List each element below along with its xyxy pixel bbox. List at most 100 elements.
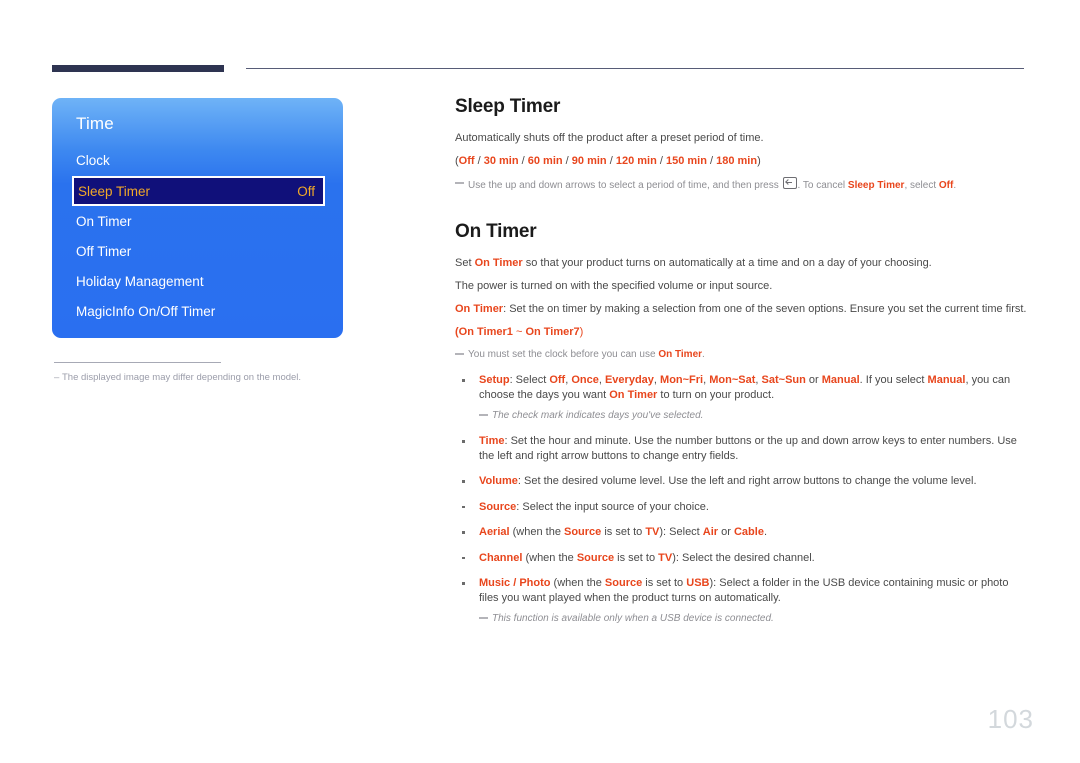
sleep-timer-heading: Sleep Timer xyxy=(455,96,561,117)
bullet-text: to turn on your product. xyxy=(657,388,775,401)
note-dash-icon xyxy=(455,182,464,184)
osd-menu-item-on-timer[interactable]: On Timer xyxy=(52,207,343,236)
sleep-timer-option: 90 min xyxy=(571,155,607,167)
osd-menu-list: Clock Sleep Timer Off On Timer Off Timer Holi… xyxy=(52,146,343,327)
bullet-dot-icon xyxy=(462,505,465,508)
sleep-timer-option: 150 min xyxy=(665,155,707,167)
option-separator: / xyxy=(606,155,616,167)
on-timer-range: (On Timer1 ~ On Timer7) xyxy=(455,325,1030,339)
bullet-dot-icon xyxy=(462,531,465,534)
bullet-source: Source: Select the input source of your … xyxy=(455,500,1030,515)
sleep-note-part4: . xyxy=(953,180,957,191)
bullet-emphasis: TV xyxy=(658,551,673,564)
bullet-text: (when the xyxy=(550,577,605,589)
osd-menu-item-sleep-timer[interactable]: Sleep Timer Off xyxy=(72,176,325,206)
bullet-time: Time: Set the hour and minute. Use the n… xyxy=(455,434,1030,463)
range-close-paren: ) xyxy=(579,326,584,338)
bullet-emphasis: Sat~Sun xyxy=(761,374,806,386)
bullet-note: This function is available only when a U… xyxy=(479,612,1030,626)
left-footnote-rule xyxy=(54,362,221,363)
bullet-emphasis: Once xyxy=(571,374,599,386)
footnote-dash-icon: – xyxy=(54,372,60,383)
bullet-text: : Select the input source of your choice… xyxy=(516,500,709,513)
bullet-text: : Select xyxy=(509,374,550,386)
bullet-volume: Volume: Set the desired volume level. Us… xyxy=(455,474,1030,489)
range-last: On Timer7 xyxy=(525,326,580,338)
on-timer-clock-note: You must set the clock before you can us… xyxy=(455,348,1030,362)
note-dash-icon xyxy=(479,414,488,416)
intro3-emphasis: On Timer xyxy=(455,303,504,315)
bullet-text: : Set the desired volume level. Use the … xyxy=(517,475,977,487)
bullet-emphasis: Source xyxy=(576,551,615,564)
content-column: Sleep Timer Automatically shuts off the … xyxy=(455,96,1030,626)
bullet-emphasis: Cable xyxy=(733,526,764,538)
bullet-note-text: The check mark indicates days you've sel… xyxy=(492,410,704,421)
osd-item-label: Clock xyxy=(76,153,110,168)
bullet-text: . If you select xyxy=(859,374,928,386)
bullet-dot-icon xyxy=(462,379,465,382)
bullet-text: or xyxy=(718,526,734,538)
bullet-emphasis: Channel xyxy=(479,551,523,564)
bullet-emphasis: Everyday xyxy=(604,374,654,386)
bullet-emphasis: Aerial xyxy=(479,526,510,538)
note-dash-icon xyxy=(455,353,464,355)
sleep-note-emphasis-sleep-timer: Sleep Timer xyxy=(847,180,905,191)
osd-menu-item-clock[interactable]: Clock xyxy=(52,146,343,175)
bullet-text: or xyxy=(805,374,822,386)
clock-note-part1: You must set the clock before you can us… xyxy=(468,349,659,360)
sleep-timer-option: 30 min xyxy=(483,155,519,167)
bullet-emphasis: Air xyxy=(702,526,719,538)
option-separator: / xyxy=(474,155,484,167)
bullet-emphasis: Time xyxy=(479,435,505,447)
option-separator: / xyxy=(706,155,717,167)
bullet-setup: Setup: Select Off, Once, Everyday, Mon~F… xyxy=(455,373,1030,423)
sleep-timer-option: 60 min xyxy=(527,155,563,167)
sleep-timer-option: Off xyxy=(458,155,475,167)
bullet-text: . xyxy=(763,526,768,538)
sleep-timer-options: (Off / 30 min / 60 min / 90 min / 120 mi… xyxy=(455,154,1030,168)
on-timer-bullet-list: Setup: Select Off, Once, Everyday, Mon~F… xyxy=(455,373,1030,626)
osd-item-label: On Timer xyxy=(76,214,132,229)
header-thin-rule xyxy=(246,68,1024,69)
osd-menu-title: Time xyxy=(76,114,114,133)
bullet-emphasis: Volume xyxy=(479,475,518,487)
on-timer-heading: On Timer xyxy=(455,221,537,242)
osd-menu-item-magicinfo-on-off-timer[interactable]: MagicInfo On/Off Timer xyxy=(52,297,343,326)
option-separator: / xyxy=(518,155,528,167)
sleep-note-emphasis-off: Off xyxy=(938,180,954,191)
header-thick-rule xyxy=(52,65,224,72)
osd-item-value: Off xyxy=(297,184,315,199)
bullet-dot-icon xyxy=(462,480,465,483)
sleep-timer-description: Automatically shuts off the product afte… xyxy=(455,132,764,144)
osd-item-label: Off Timer xyxy=(76,244,132,259)
bullet-emphasis: Mon~Fri xyxy=(660,374,704,386)
options-values: Off / 30 min / 60 min / 90 min / 120 min… xyxy=(459,155,757,167)
on-timer-intro-2: The power is turned on with the specifie… xyxy=(455,280,773,292)
sleep-timer-option: 180 min xyxy=(716,155,758,167)
bullet-dot-icon xyxy=(462,556,465,559)
bullet-emphasis: Manual xyxy=(927,374,966,386)
on-timer-intro-1: Set On Timer so that your product turns … xyxy=(455,256,1030,270)
bullet-aerial: Aerial (when the Source is set to TV): S… xyxy=(455,525,1030,540)
osd-menu-panel: Time Clock Sleep Timer Off On Timer Off Time… xyxy=(52,98,343,338)
bullet-text: (when the xyxy=(522,551,577,564)
sleep-timer-option: 120 min xyxy=(615,155,657,167)
bullet-note: The check mark indicates days you've sel… xyxy=(479,409,1030,423)
osd-menu-item-holiday-management[interactable]: Holiday Management xyxy=(52,267,343,296)
bullet-emphasis: Source xyxy=(604,577,643,589)
bullet-text: (when the xyxy=(509,526,564,538)
bullet-emphasis: Manual xyxy=(821,374,860,386)
osd-menu-item-off-timer[interactable]: Off Timer xyxy=(52,237,343,266)
range-tilde: ~ xyxy=(512,326,526,338)
intro1-a: Set xyxy=(455,257,475,269)
left-footnote-text: The displayed image may differ depending… xyxy=(62,372,302,383)
range-first: On Timer1 xyxy=(458,326,513,338)
osd-item-label: MagicInfo On/Off Timer xyxy=(76,304,216,319)
left-footnote: – The displayed image may differ dependin… xyxy=(54,371,344,384)
page-header-rules xyxy=(0,0,1080,80)
osd-item-label: Holiday Management xyxy=(76,274,204,289)
options-close-paren: ) xyxy=(757,155,761,167)
intro1-emphasis: On Timer xyxy=(474,257,523,269)
bullet-text: is set to xyxy=(614,551,659,564)
